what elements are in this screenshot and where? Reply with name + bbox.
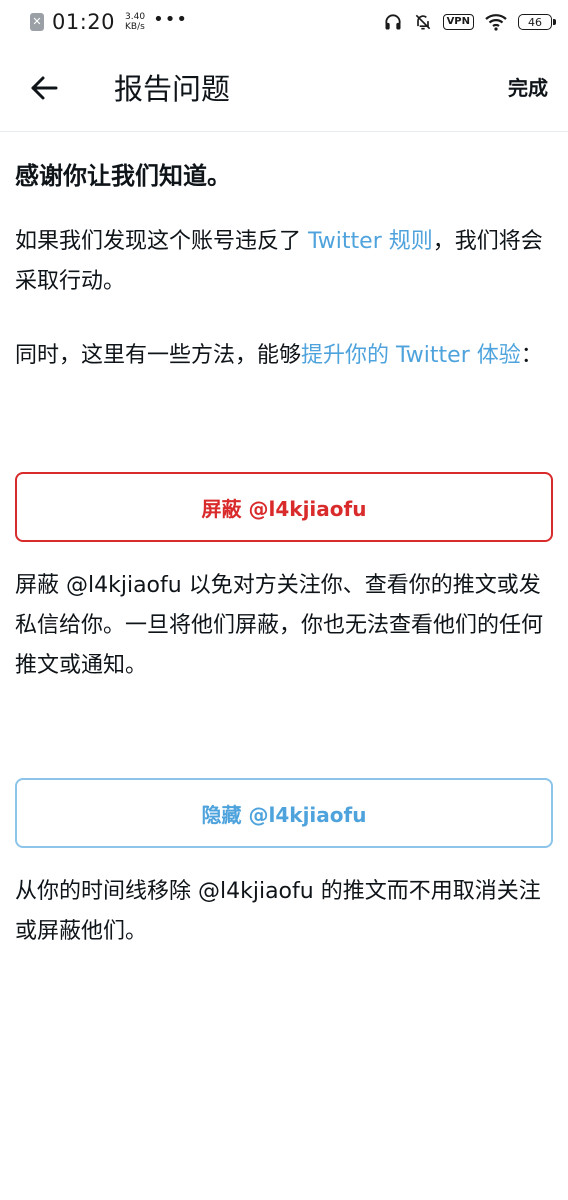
done-button[interactable]: 完成 [508, 72, 548, 101]
wifi-icon [484, 12, 508, 32]
arrow-left-icon [31, 76, 58, 100]
battery-indicator: 46 [518, 14, 556, 30]
status-left: ✕ 01:20 3.40 KB/s ••• [30, 8, 188, 34]
page-title: 报告问题 [114, 72, 231, 106]
improve-experience-link[interactable]: 提升你的 Twitter 体验 [301, 343, 521, 368]
vpn-badge: VPN [442, 14, 474, 30]
thanks-heading: 感谢你让我们知道。 [15, 162, 231, 190]
battery-level: 46 [528, 15, 542, 29]
improve-text-before: 同时，这里有一些方法，能够 [15, 343, 302, 368]
back-button[interactable] [26, 70, 62, 106]
status-bar: ✕ 01:20 3.40 KB/s ••• VPN 46 [0, 0, 568, 44]
app-header: 报告问题 完成 [0, 44, 568, 132]
network-speed-value: 3.40 [125, 12, 146, 22]
improve-text-after: ： [520, 343, 543, 368]
close-icon: ✕ [30, 13, 44, 31]
network-speed: 3.40 KB/s [125, 12, 145, 32]
rules-paragraph: 如果我们发现这个账号违反了 Twitter 规则，我们将会采取行动。 [15, 222, 545, 302]
headphones-icon [383, 12, 403, 32]
improve-paragraph: 同时，这里有一些方法，能够提升你的 Twitter 体验： [15, 336, 545, 376]
twitter-rules-link[interactable]: Twitter 规则 [308, 229, 433, 254]
block-user-button[interactable]: 屏蔽 @l4kjiaofu [15, 472, 553, 542]
network-speed-unit: KB/s [125, 22, 145, 32]
block-description: 屏蔽 @l4kjiaofu 以免对方关注你、查看你的推文或发私信给你。一旦将他们… [15, 573, 544, 678]
bell-off-icon [413, 12, 433, 32]
rules-text-before: 如果我们发现这个账号违反了 [15, 229, 308, 254]
clock: 01:20 [52, 10, 116, 34]
status-right: VPN 46 [383, 12, 556, 32]
more-notifications-icon: ••• [153, 8, 188, 30]
mute-user-button[interactable]: 隐藏 @l4kjiaofu [15, 778, 553, 848]
mute-description: 从你的时间线移除 @l4kjiaofu 的推文而不用取消关注或屏蔽他们。 [15, 879, 541, 944]
